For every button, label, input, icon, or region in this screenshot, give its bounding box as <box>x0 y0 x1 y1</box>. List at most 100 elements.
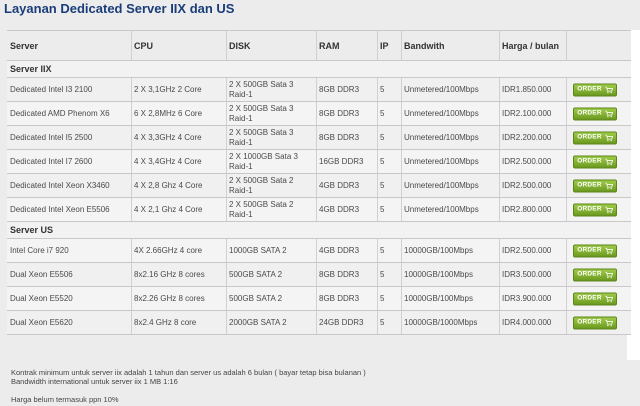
table-row: Dual Xeon E5506 8x2.16 GHz 8 cores 500GB S… <box>7 263 631 287</box>
table-row: Dedicated Intel I7 2600 4 X 3,4GHz 4 Core… <box>7 150 631 174</box>
order-button-label: ORDER <box>577 318 602 326</box>
order-button[interactable]: ORDER <box>573 179 617 192</box>
cell-disk: 500GB SATA 2 <box>226 263 316 286</box>
cell-ip: 5 <box>377 78 401 101</box>
cell-price: IDR4.000.000 <box>499 311 566 334</box>
cell-ip: 5 <box>377 174 401 197</box>
cell-cpu: 4 X 2,8 Ghz 4 Core <box>131 174 226 197</box>
header-ram: RAM <box>316 31 377 60</box>
cell-ram: 8GB DDR3 <box>316 287 377 310</box>
header-disk: DISK <box>226 31 316 60</box>
cell-server: Dedicated Intel I5 2500 <box>10 132 93 142</box>
cell-cpu: 2 X 3,1GHz 2 Core <box>131 78 226 101</box>
cart-icon <box>605 134 613 141</box>
cell-cpu: 4 X 2,1 Ghz 4 Core <box>131 198 226 221</box>
cell-price: IDR2.100.000 <box>499 102 566 125</box>
order-button-label: ORDER <box>577 294 602 302</box>
order-button[interactable]: ORDER <box>573 244 617 257</box>
section-title: Server US <box>10 225 54 235</box>
cell-ram: 4GB DDR3 <box>316 174 377 197</box>
header-bandwith: Bandwith <box>401 31 499 60</box>
cell-ram: 8GB DDR3 <box>316 102 377 125</box>
cell-bandwith: Unmetered/100Mbps <box>401 102 499 125</box>
table-row: Dedicated AMD Phenom X6 6 X 2,8MHz 6 Core… <box>7 102 631 126</box>
cell-price: IDR2.500.000 <box>499 150 566 173</box>
header-server: Server <box>10 40 39 51</box>
cart-icon <box>605 86 613 93</box>
cell-price: IDR2.500.000 <box>499 239 566 262</box>
pricing-table: Server CPU DISK RAM IP Bandwith Harga / … <box>7 30 631 335</box>
cell-price: IDR3.900.000 <box>499 287 566 310</box>
order-button[interactable]: ORDER <box>573 203 617 216</box>
order-button[interactable]: ORDER <box>573 107 617 120</box>
cell-cpu: 8x2.26 GHz 8 cores <box>131 287 226 310</box>
cell-ram: 24GB DDR3 <box>316 311 377 334</box>
order-button-label: ORDER <box>577 181 602 189</box>
cell-server: Dedicated Intel Xeon X3460 <box>10 180 110 190</box>
cell-cpu: 8x2.16 GHz 8 cores <box>131 263 226 286</box>
table-row: Dedicated Intel I5 2500 4 X 3,3GHz 4 Core… <box>7 126 631 150</box>
order-button[interactable]: ORDER <box>573 83 617 96</box>
note-tax: Harga belum termasuk ppn 10% <box>11 395 119 404</box>
cell-ram: 8GB DDR3 <box>316 78 377 101</box>
cell-disk: 2 X 500GB Sata 2 Raid-1 <box>226 198 316 221</box>
table-row: Dual Xeon E5620 8x2.4 GHz 8 core 2000GB SA… <box>7 311 631 335</box>
section-title: Server IIX <box>10 64 52 74</box>
cell-server: Dedicated Intel I3 2100 <box>10 84 93 94</box>
cell-server: Dual Xeon E5520 <box>10 293 73 303</box>
order-button-label: ORDER <box>577 133 602 141</box>
order-button[interactable]: ORDER <box>573 268 617 281</box>
cell-ip: 5 <box>377 239 401 262</box>
cell-ram: 16GB DDR3 <box>316 150 377 173</box>
order-button-label: ORDER <box>577 205 602 213</box>
cart-icon <box>605 206 613 213</box>
section-row: Server IIX <box>7 61 631 78</box>
cell-ip: 5 <box>377 126 401 149</box>
table-row: Dual Xeon E5520 8x2.26 GHz 8 cores 500GB S… <box>7 287 631 311</box>
order-button-label: ORDER <box>577 270 602 278</box>
cell-server: Dedicated Intel I7 2600 <box>10 156 93 166</box>
notes: Kontrak minimum untuk server iix adalah … <box>11 368 611 404</box>
cell-order: ORDER <box>566 287 631 310</box>
cell-ip: 5 <box>377 311 401 334</box>
order-button[interactable]: ORDER <box>573 131 617 144</box>
table-row: Dedicated Intel I3 2100 2 X 3,1GHz 2 Core… <box>7 78 631 102</box>
cell-ip: 5 <box>377 263 401 286</box>
order-button[interactable]: ORDER <box>573 155 617 168</box>
page-title: Layanan Dedicated Server IIX dan US <box>4 1 235 16</box>
cell-price: IDR2.500.000 <box>499 174 566 197</box>
cell-order: ORDER <box>566 174 631 197</box>
order-button[interactable]: ORDER <box>573 292 617 305</box>
table-row: Dedicated Intel Xeon X3460 4 X 2,8 Ghz 4 … <box>7 174 631 198</box>
table-row: Intel Core i7 920 4X 2.66GHz 4 core 1000GB… <box>7 239 631 263</box>
cell-disk: 2 X 500GB Sata 3 Raid-1 <box>226 78 316 101</box>
order-button-label: ORDER <box>577 109 602 117</box>
cell-bandwith: Unmetered/100Mbps <box>401 126 499 149</box>
cell-server: Dual Xeon E5506 <box>10 269 73 279</box>
cell-disk: 2000GB SATA 2 <box>226 311 316 334</box>
cell-price: IDR2.200.000 <box>499 126 566 149</box>
cell-server: Dedicated Intel Xeon E5506 <box>10 204 110 214</box>
cart-icon <box>605 319 613 326</box>
cart-icon <box>605 271 613 278</box>
cell-order: ORDER <box>566 150 631 173</box>
cell-ram: 8GB DDR3 <box>316 263 377 286</box>
cell-bandwith: 10000GB/1000Mbps <box>401 311 499 334</box>
cell-bandwith: 10000GB/100Mbps <box>401 263 499 286</box>
cell-order: ORDER <box>566 126 631 149</box>
cell-cpu: 4 X 3,4GHz 4 Core <box>131 150 226 173</box>
cart-icon <box>605 295 613 302</box>
cell-ram: 4GB DDR3 <box>316 198 377 221</box>
cell-ip: 5 <box>377 150 401 173</box>
order-button[interactable]: ORDER <box>573 316 617 329</box>
cell-server: Dedicated AMD Phenom X6 <box>10 108 110 118</box>
order-button-label: ORDER <box>577 85 602 93</box>
cell-price: IDR2.800.000 <box>499 198 566 221</box>
cart-icon <box>605 110 613 117</box>
cell-cpu: 6 X 2,8MHz 6 Core <box>131 102 226 125</box>
order-button-label: ORDER <box>577 157 602 165</box>
cell-cpu: 4X 2.66GHz 4 core <box>131 239 226 262</box>
cell-ram: 8GB DDR3 <box>316 126 377 149</box>
cell-order: ORDER <box>566 102 631 125</box>
header-cpu: CPU <box>131 31 226 60</box>
